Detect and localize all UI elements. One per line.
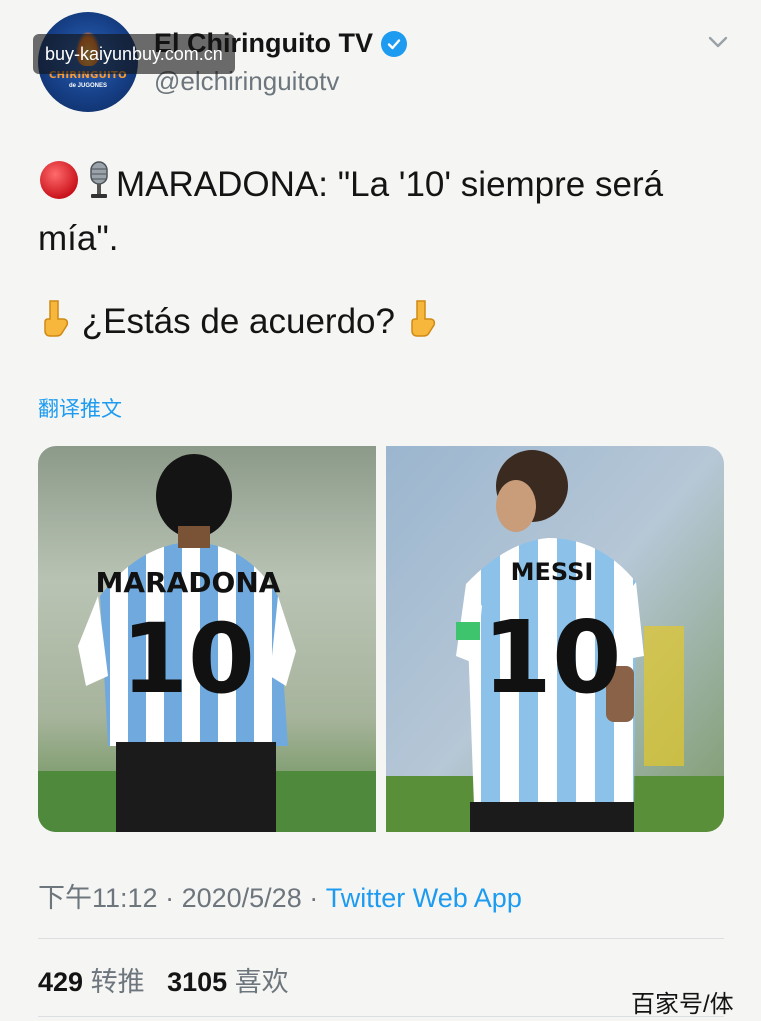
right-jersey-name: MESSI [511, 558, 594, 586]
meta-separator: · [309, 883, 319, 913]
tweet-date: 2020/5/28 [181, 883, 302, 913]
engagement-stats: 429 转推 3105 喜欢 [38, 960, 289, 999]
divider [38, 1016, 724, 1017]
tweet-text-line-3-text: ¿Estás de acuerdo? [81, 302, 395, 341]
likes-count: 3105 [167, 967, 228, 997]
left-jersey-name: MARADONA [96, 566, 281, 599]
tweet-text: MARADONA: "La '10' siempre será mía". ¿E… [38, 160, 738, 351]
pointing-down-emoji-icon [38, 297, 72, 351]
likes-stat[interactable]: 3105 喜欢 [167, 967, 289, 997]
pointing-down-emoji-icon [405, 297, 439, 351]
media-photo-left[interactable]: MARADONA 10 [38, 446, 376, 832]
tweet-text-line-1-text: MARADONA: "La '10' siempre será [116, 165, 664, 204]
source-app-link[interactable]: Twitter Web App [326, 883, 522, 913]
red-circle-emoji-icon [38, 160, 82, 214]
likes-label: 喜欢 [234, 967, 289, 997]
right-jersey-number: 10 [482, 599, 621, 716]
verified-badge-icon [380, 30, 407, 57]
tweet-metadata: 下午11:12 · 2020/5/28 · Twitter Web App [38, 876, 522, 915]
tweet-media: MARADONA 10 MESSI 10 [38, 446, 724, 832]
retweets-label: 转推 [90, 967, 145, 997]
tweet-text-line-2: mía". [38, 219, 119, 258]
watermark-label: buy-kaiyunbuy.com.cn [33, 34, 235, 74]
avatar-logo-subtext: de JUGONES [68, 83, 107, 89]
tweet-text-line-3: ¿Estás de acuerdo? [38, 297, 738, 351]
meta-separator: · [165, 883, 175, 913]
left-jersey-number: 10 [121, 603, 255, 715]
translate-tweet-link[interactable]: 翻译推文 [38, 393, 122, 423]
tweet-time: 下午11:12 [38, 883, 158, 913]
media-photo-right[interactable]: MESSI 10 [386, 446, 724, 832]
source-tag-overlay: 百家号/体 [631, 991, 734, 1018]
divider [38, 938, 724, 939]
retweets-count: 429 [38, 967, 84, 997]
chevron-down-icon[interactable] [704, 32, 732, 52]
retweets-stat[interactable]: 429 转推 [38, 967, 145, 997]
microphone-emoji-icon [82, 160, 116, 214]
tweet-text-line-1: MARADONA: "La '10' siempre será [38, 160, 738, 214]
